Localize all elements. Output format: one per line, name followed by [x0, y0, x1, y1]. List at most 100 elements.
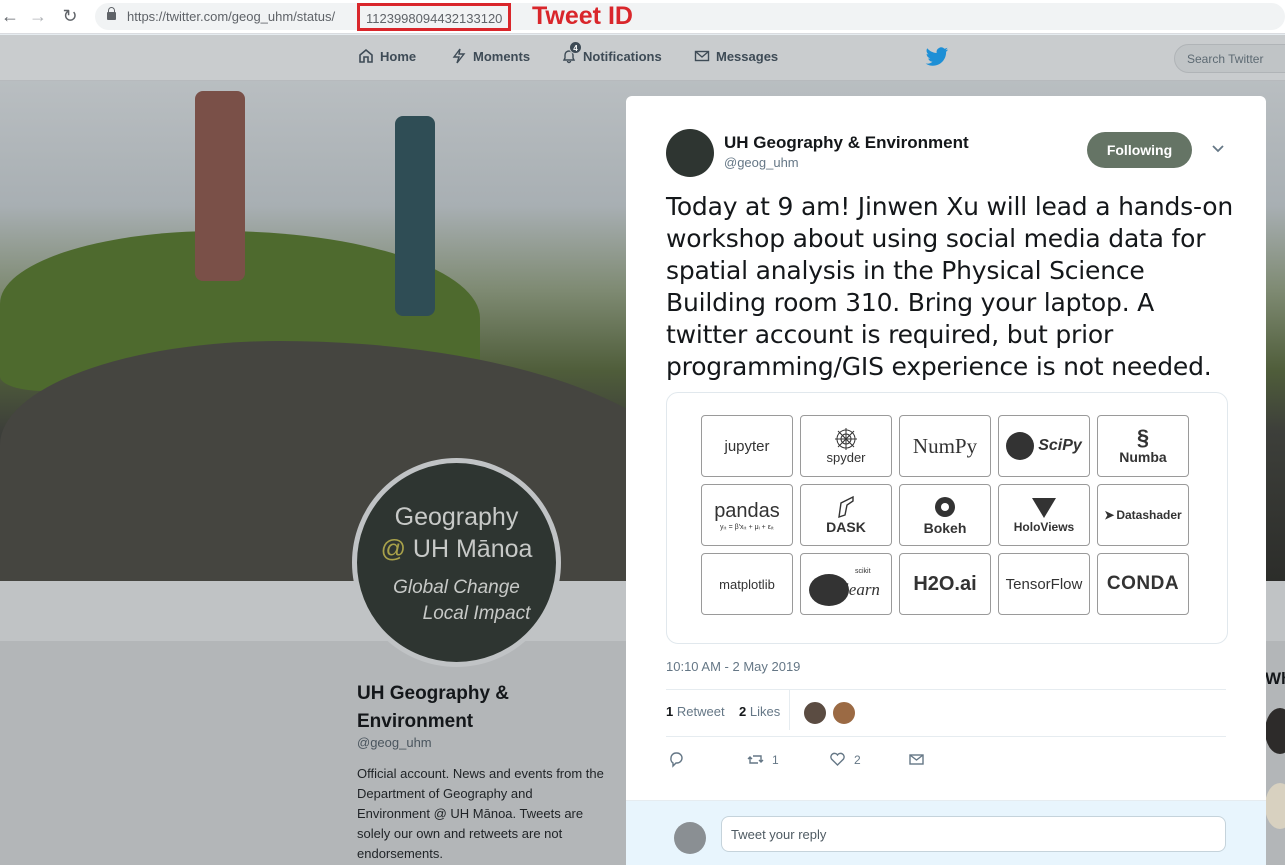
- logo-conda-label: CONDA: [1106, 573, 1180, 594]
- tweet-text: Today at 9 am! Jinwen Xu will lead a han…: [666, 192, 1234, 381]
- nav-moments-label: Moments: [473, 48, 531, 64]
- likes-stat-label: Likes: [749, 704, 781, 719]
- sklearn-blob-icon: [809, 574, 849, 606]
- divider: [666, 736, 1226, 737]
- nav-moments[interactable]: Moments: [451, 48, 530, 64]
- retweet-stat[interactable]: 1 Retweet: [666, 704, 725, 719]
- logo-dask-label: DASK: [826, 519, 866, 535]
- search-input[interactable]: Search Twitter: [1174, 44, 1285, 73]
- url-prefix: https://twitter.com/geog_uhm/status/: [127, 9, 336, 24]
- logo-pandas: pandas yᵢₜ = β′xᵢₜ + μᵢ + εᵢₜ: [701, 484, 793, 546]
- back-arrow-icon[interactable]: ←: [0, 6, 20, 26]
- tweet-author-name[interactable]: UH Geography & Environment: [724, 133, 969, 153]
- retweet-icon: [747, 755, 764, 764]
- logo-jupyter-label: jupyter: [724, 437, 770, 455]
- logo-spyder: spyder: [800, 415, 892, 477]
- reply-input[interactable]: Tweet your reply: [721, 816, 1226, 852]
- logo-tensorflow-label: TensorFlow: [1005, 575, 1083, 593]
- logo-sklearn-small: scikit: [855, 568, 871, 575]
- like-count: 2: [854, 752, 861, 767]
- logo-datashader: ➤ Datashader: [1097, 484, 1189, 546]
- address-bar[interactable]: https://twitter.com/geog_uhm/status/ 112…: [95, 3, 1285, 31]
- retweet-count: 1: [772, 752, 779, 767]
- logo-conda: CONDA: [1097, 553, 1189, 615]
- likes-stat[interactable]: 2 Likes: [739, 704, 780, 719]
- sidebar-avatar[interactable]: [1265, 783, 1285, 829]
- divider: [666, 689, 1226, 690]
- cover-hiker-left: [195, 91, 245, 281]
- logo-matplotlib: matplotlib: [701, 553, 793, 615]
- logo-h2o-label: H2O.ai: [913, 572, 977, 595]
- tweet-author-handle[interactable]: @geog_uhm: [724, 155, 799, 170]
- logo-spyder-label: spyder: [826, 449, 866, 465]
- tweet-modal: UH Geography & Environment @geog_uhm Fol…: [626, 96, 1266, 865]
- logo-scikit-learn: scikit learn: [800, 553, 892, 615]
- nav-messages[interactable]: Messages: [694, 48, 778, 64]
- sidebar-avatar[interactable]: [1265, 708, 1285, 754]
- forward-arrow-icon[interactable]: →: [28, 6, 48, 26]
- logo-sklearn-label: learn: [844, 580, 880, 599]
- lock-icon: [107, 7, 116, 20]
- avatar-line-global: Global Change: [393, 577, 520, 598]
- logo-holoviews: HoloViews: [998, 484, 1090, 546]
- liker-avatar[interactable]: [832, 701, 856, 725]
- avatar-uh: UH Mānoa: [412, 535, 533, 563]
- current-user-avatar: [674, 822, 706, 854]
- avatar-line-uh-manoa: @ UH Mānoa: [357, 535, 556, 564]
- logo-jupyter: jupyter: [701, 415, 793, 477]
- logo-pandas-label: pandas: [714, 499, 780, 522]
- nav-messages-label: Messages: [716, 48, 779, 64]
- tweet-stats: 1 Retweet 2 Likes: [666, 704, 780, 719]
- logo-h2o: H2O.ai: [899, 553, 991, 615]
- nav-home-label: Home: [380, 48, 417, 64]
- logo-datashader-label: Datashader: [1116, 508, 1182, 522]
- direct-message-button[interactable]: [908, 751, 925, 768]
- logo-scipy-label: SciPy: [1038, 437, 1082, 454]
- logo-holoviews-label: HoloViews: [1013, 520, 1075, 534]
- reply-icon: [670, 752, 683, 768]
- nav-notifications-label: Notifications: [583, 48, 662, 64]
- heart-icon: [830, 752, 845, 766]
- logo-scipy: SciPy: [998, 415, 1090, 477]
- notifications-badge: 4: [569, 41, 582, 54]
- divider: [789, 690, 790, 730]
- reply-button[interactable]: [668, 751, 685, 768]
- chevron-down-icon[interactable]: [1210, 140, 1226, 156]
- avatar-at: @: [380, 535, 406, 563]
- profile-handle[interactable]: @geog_uhm: [357, 735, 432, 750]
- dask-icon: [838, 495, 854, 519]
- datashader-arrow-icon: ➤: [1104, 508, 1115, 522]
- likes-stat-count: 2: [739, 704, 747, 719]
- envelope-icon: [694, 50, 710, 62]
- spider-web-icon: [835, 427, 857, 450]
- reload-icon[interactable]: ↻: [60, 6, 80, 26]
- profile-avatar[interactable]: Geography @ UH Mānoa Global Change Local…: [352, 458, 561, 667]
- cover-cliff: [0, 341, 700, 581]
- twitter-bird-icon[interactable]: [925, 47, 949, 67]
- profile-bio: Official account. News and events from t…: [357, 766, 604, 861]
- pandas-formula: yᵢₜ = β′xᵢₜ + μᵢ + εᵢₜ: [719, 523, 775, 531]
- like-button[interactable]: 2: [829, 751, 861, 768]
- tweet-timestamp[interactable]: 10:10 AM - 2 May 2019: [666, 659, 800, 674]
- numba-s-icon: §: [1136, 425, 1150, 450]
- profile-name[interactable]: UH Geography & Environment: [357, 680, 597, 736]
- liker-avatar[interactable]: [803, 701, 827, 725]
- nav-notifications[interactable]: 4 Notifications: [561, 41, 662, 64]
- following-button[interactable]: Following: [1087, 132, 1192, 168]
- retweet-stat-count: 1: [666, 704, 674, 719]
- holoviews-triangle-icon: [1032, 498, 1056, 518]
- logo-bokeh: Bokeh: [899, 484, 991, 546]
- logo-matplotlib-label: matplotlib: [719, 576, 775, 592]
- tweet-author-avatar[interactable]: [666, 129, 714, 177]
- nav-home[interactable]: Home: [358, 48, 416, 64]
- tweet-image[interactable]: jupyter spyder NumPy SciPy § Numba panda…: [666, 392, 1228, 644]
- logo-numpy-label: NumPy: [912, 433, 978, 458]
- logo-numba-label: Numba: [1119, 449, 1167, 465]
- avatar-line-geography: Geography: [394, 503, 519, 531]
- logo-grid: jupyter spyder NumPy SciPy § Numba panda…: [701, 415, 1189, 615]
- home-icon: [359, 48, 373, 63]
- retweet-button[interactable]: 1: [747, 751, 779, 768]
- logo-tensorflow: TensorFlow: [998, 553, 1090, 615]
- avatar-line-local: Local Impact: [422, 603, 531, 624]
- retweet-stat-label: Retweet: [676, 704, 725, 719]
